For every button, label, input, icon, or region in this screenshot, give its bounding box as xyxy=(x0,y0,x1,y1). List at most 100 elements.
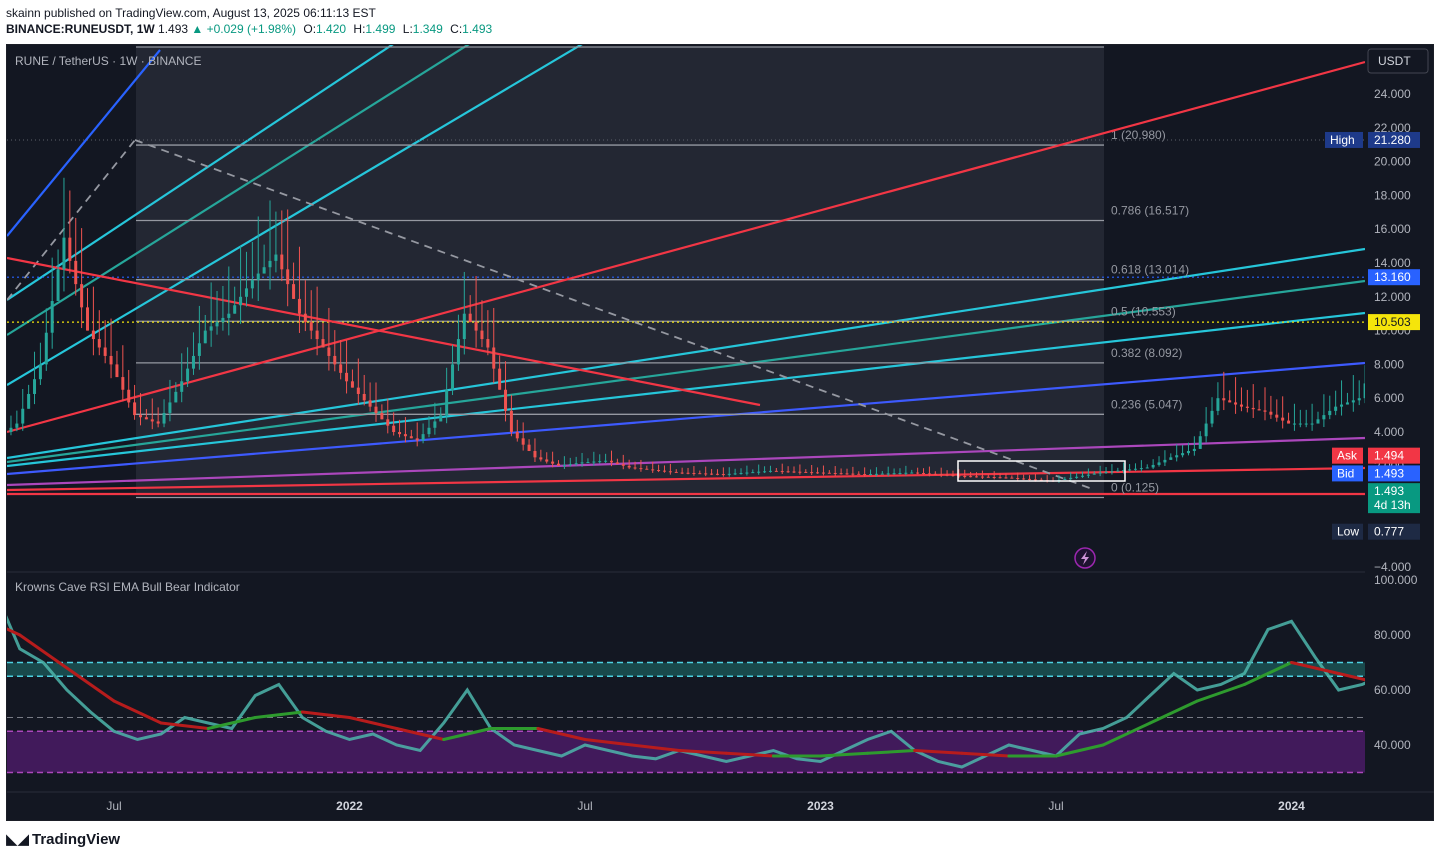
candle-body xyxy=(350,381,354,388)
candle-body xyxy=(362,393,366,401)
candle-body xyxy=(327,347,331,356)
candle-body xyxy=(15,423,19,428)
candle-body xyxy=(333,355,337,365)
candle-body xyxy=(1322,415,1326,420)
candle-body xyxy=(468,313,472,323)
price-tag-value: 1.493 xyxy=(1374,466,1404,480)
ema-segment xyxy=(253,710,304,719)
rsi-axis[interactable]: 100.000 80.000 60.000 40.000 xyxy=(1374,573,1418,752)
candle-body xyxy=(580,462,584,464)
candle-body xyxy=(1033,479,1037,481)
candle-body xyxy=(1063,478,1067,480)
candle-body xyxy=(674,471,678,473)
candle-body xyxy=(657,470,661,472)
fib-level-label: 0.618 (13.014) xyxy=(1111,263,1189,277)
candle-body xyxy=(845,473,849,475)
candle-body xyxy=(374,406,378,413)
candle-body xyxy=(1422,394,1425,400)
candle-body xyxy=(209,326,213,331)
candle-body xyxy=(1016,478,1020,480)
candle-body xyxy=(621,464,625,466)
candle-body xyxy=(592,461,596,463)
candle-body xyxy=(574,463,578,465)
candle-body xyxy=(498,368,502,390)
tradingview-logo-icon: ◣◢ xyxy=(6,831,30,848)
candle-body xyxy=(527,444,531,452)
candle-body xyxy=(1381,339,1384,354)
tradingview-logo[interactable]: ◣◢ TradingView xyxy=(6,830,120,848)
candle-body xyxy=(951,475,955,477)
candle-body xyxy=(1210,410,1214,424)
candle-body xyxy=(1234,402,1238,405)
candle-body xyxy=(1292,423,1296,425)
candle-body xyxy=(521,438,525,445)
candle-body xyxy=(409,436,413,439)
price-tick-label: 20.000 xyxy=(1374,155,1411,169)
candle-body xyxy=(21,408,25,424)
candle-body xyxy=(863,474,867,476)
candle-body xyxy=(150,419,154,422)
candle-body xyxy=(1316,419,1320,424)
candle-body xyxy=(433,421,437,428)
candle-body xyxy=(345,372,349,382)
candle-body xyxy=(339,364,343,373)
candle-body xyxy=(1428,400,1431,406)
candle-body xyxy=(321,339,325,348)
candle-body xyxy=(1151,464,1155,468)
candle-body xyxy=(816,472,820,474)
candle-body xyxy=(297,298,301,314)
candle-body xyxy=(121,377,125,390)
candle-body xyxy=(715,473,719,475)
candle-body xyxy=(380,412,384,420)
candle-body xyxy=(851,473,855,475)
candle-body xyxy=(662,470,666,472)
candle-body xyxy=(515,432,519,439)
candle-body xyxy=(445,389,449,416)
candle-body xyxy=(509,410,513,432)
candle-body xyxy=(1204,423,1208,437)
candle-body xyxy=(721,474,725,476)
flash-alert-icon[interactable] xyxy=(1074,547,1096,569)
candle-body xyxy=(492,347,496,369)
candle-body xyxy=(1245,406,1249,408)
candle-body xyxy=(898,472,902,474)
time-axis[interactable]: Jul2022Jul2023Jul2024Jul2025Jul2026Jul xyxy=(106,799,1440,813)
candle-body xyxy=(144,417,148,420)
price-tick-label: 8.000 xyxy=(1374,357,1404,371)
candle-body xyxy=(751,472,755,474)
time-tick-label: 2024 xyxy=(1278,799,1305,813)
candle-body xyxy=(303,313,307,323)
candle-body xyxy=(1434,402,1437,406)
candle-body xyxy=(1363,383,1365,399)
candle-body xyxy=(980,476,984,478)
candle-body xyxy=(480,330,484,340)
candle-body xyxy=(1075,476,1079,478)
price-tick-label: 6.000 xyxy=(1374,391,1404,405)
candle-body xyxy=(533,451,537,458)
dashed-diagonal-line xyxy=(7,139,136,301)
candle-body xyxy=(156,421,160,424)
candle-body xyxy=(56,269,60,302)
candle-body xyxy=(798,471,802,473)
candle-body xyxy=(415,438,419,441)
candle-body xyxy=(1263,410,1267,412)
candle-body xyxy=(627,465,631,468)
candle-body xyxy=(586,461,590,463)
candle-body xyxy=(1110,471,1114,473)
candle-body xyxy=(639,468,643,470)
rsi-tick-label: 100.000 xyxy=(1374,573,1418,587)
candle-body xyxy=(568,464,572,466)
candle-body xyxy=(1086,474,1090,476)
price-chart-svg[interactable]: 1 (20.980)0.786 (16.517)0.618 (13.014)0.… xyxy=(0,0,1440,857)
candle-body xyxy=(1228,400,1232,403)
candle-body xyxy=(68,237,72,261)
candle-body xyxy=(1092,473,1096,475)
candle-body xyxy=(97,339,101,348)
candle-body xyxy=(692,472,696,474)
time-tick-label: Jul xyxy=(106,799,121,813)
candle-body xyxy=(162,412,166,424)
price-tag-countdown: 4d 13h xyxy=(1374,498,1411,512)
candle-body xyxy=(1128,469,1132,471)
candle-body xyxy=(250,279,254,289)
candle-body xyxy=(268,260,272,268)
